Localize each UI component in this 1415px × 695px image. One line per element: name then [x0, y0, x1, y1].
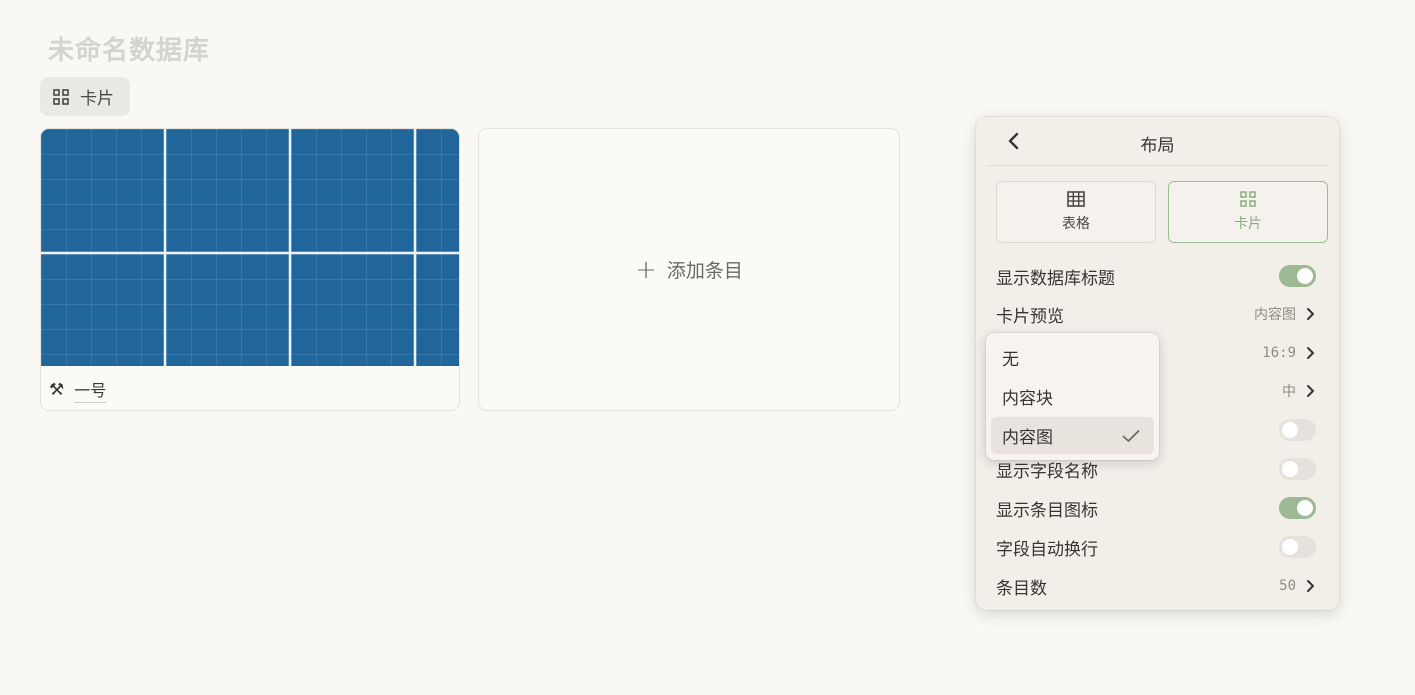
dropdown-option-none[interactable]: 无: [991, 339, 1154, 376]
card-preview-value: 内容图: [1254, 307, 1296, 323]
add-item-card[interactable]: + 添加条目: [478, 128, 900, 411]
layout-option-table[interactable]: 表格: [996, 181, 1156, 243]
show-item-icons-toggle[interactable]: [1279, 497, 1316, 519]
setting-label: 字段自动换行: [996, 539, 1098, 560]
card-preview-dropdown: 无 内容块 内容图: [986, 333, 1159, 460]
checkmark-icon: [1122, 429, 1140, 442]
card-title[interactable]: 一号: [74, 377, 107, 403]
setting-label: 卡片预览: [996, 306, 1064, 327]
layout-option-label: 卡片: [1234, 216, 1262, 232]
setting-label: 显示字段名称: [996, 461, 1098, 482]
card-cover-image: [41, 129, 459, 366]
setting-wrap-fields: 字段自动换行: [996, 532, 1316, 562]
hammer-and-pick-icon: ⚒: [49, 380, 65, 400]
panel-header: 布局: [986, 117, 1329, 166]
chevron-right-icon: [1307, 580, 1314, 592]
chevron-right-icon: [1307, 385, 1314, 397]
plus-icon: +: [635, 254, 657, 285]
setting-toggle[interactable]: [1279, 419, 1316, 441]
setting-show-item-icons: 显示条目图标: [996, 493, 1316, 523]
layout-option-cards[interactable]: 卡片: [1168, 181, 1328, 243]
wrap-fields-toggle[interactable]: [1279, 536, 1316, 558]
card-size-value: 中: [1282, 384, 1296, 400]
view-tab-cards[interactable]: 卡片: [40, 77, 130, 116]
setting-label: 条目数: [996, 578, 1047, 599]
grid-icon: [53, 88, 69, 105]
setting-label: 显示条目图标: [996, 500, 1098, 521]
setting-card-preview[interactable]: 卡片预览 内容图: [996, 299, 1316, 329]
aspect-ratio-value: 16:9: [1262, 345, 1296, 361]
item-count-value: 50: [1279, 578, 1296, 594]
grid-icon: [1240, 191, 1256, 207]
chevron-right-icon: [1307, 347, 1314, 359]
panel-title: 布局: [1140, 136, 1175, 156]
dropdown-option-label: 内容图: [1002, 428, 1053, 448]
dropdown-option-content-block[interactable]: 内容块: [991, 378, 1154, 415]
setting-label: 显示数据库标题: [996, 268, 1115, 289]
view-tab-label: 卡片: [80, 89, 114, 109]
show-field-names-toggle[interactable]: [1279, 458, 1316, 480]
chevron-right-icon: [1307, 308, 1314, 320]
show-db-title-toggle[interactable]: [1279, 265, 1316, 287]
dropdown-option-content-image[interactable]: 内容图: [991, 417, 1154, 454]
dropdown-option-label: 无: [1002, 350, 1019, 370]
layout-option-label: 表格: [1062, 216, 1090, 232]
add-item-label: 添加条目: [666, 260, 743, 282]
database-card[interactable]: ⚒ 一号: [40, 128, 460, 411]
setting-show-db-title: 显示数据库标题: [996, 261, 1316, 291]
database-title[interactable]: 未命名数据库: [48, 30, 210, 67]
table-icon: [1067, 191, 1085, 207]
setting-item-count[interactable]: 条目数 50: [996, 571, 1316, 601]
dropdown-option-label: 内容块: [1002, 389, 1053, 409]
